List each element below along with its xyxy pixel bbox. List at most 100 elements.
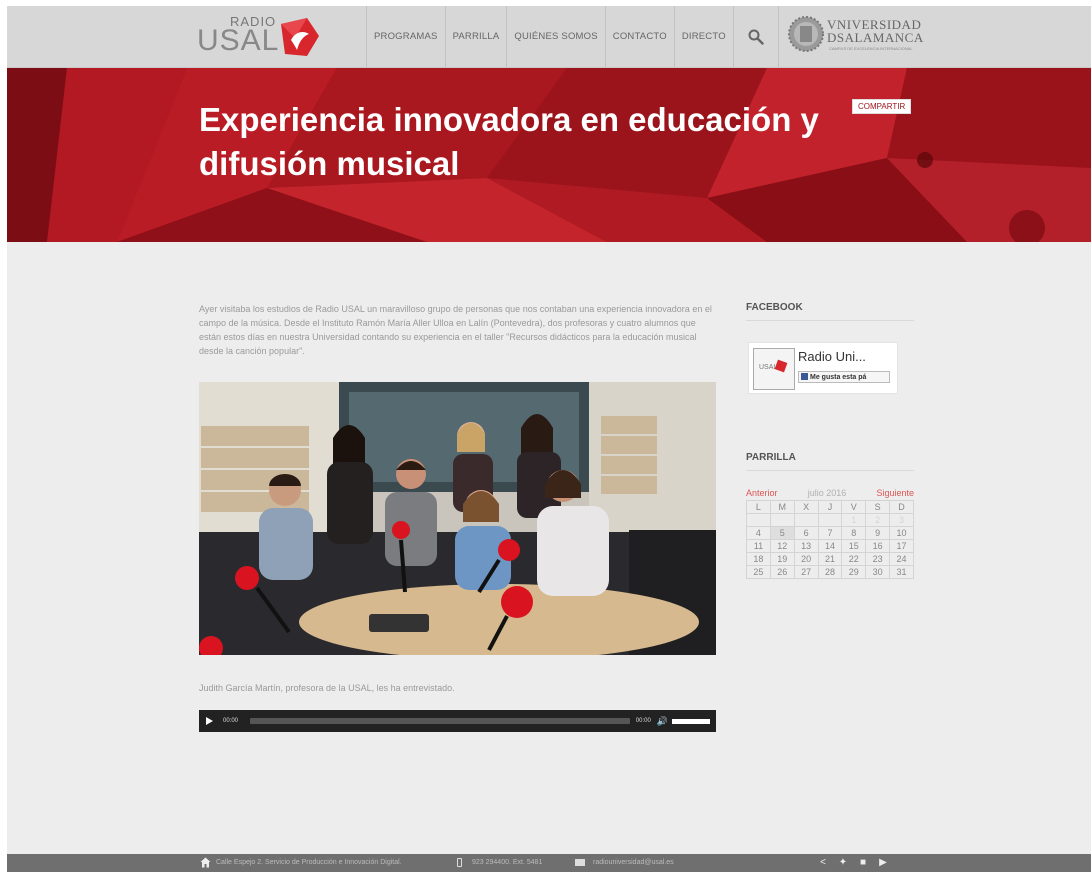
facebook-like-button[interactable]: Me gusta esta pá [798,371,890,383]
calendar-day[interactable]: 16 [865,539,891,553]
share-icon[interactable]: < [817,857,829,869]
calendar-day[interactable]: 14 [817,539,843,553]
audio-duration: 00:00 [635,718,651,724]
calendar-week-row: 1 2 3 [746,513,914,527]
calendar-day[interactable]: 22 [841,552,867,566]
calendar-day[interactable]: 23 [865,552,891,566]
phone-icon [457,858,462,867]
calendar-day[interactable]: 1 [841,513,867,527]
footer: Calle Espejo 2. Servicio de Producción e… [7,854,1091,872]
search-button[interactable] [732,6,779,67]
calendar-day[interactable]: 15 [841,539,867,553]
calendar-day[interactable]: 18 [746,552,771,566]
article-intro: Ayer visitaba los estudios de Radio USAL… [199,304,712,356]
weekday-header: X [793,500,819,514]
calendar-next-link[interactable]: Siguiente [876,488,914,498]
facebook-page-name[interactable]: Radio Uni... [798,349,866,364]
calendar-day[interactable]: 4 [746,526,771,540]
page: RADIO USAL PROGRAMAS PARRILLA QUIÉNES SO… [7,6,1091,872]
calendar-day-outside [769,513,795,527]
nav-directo-label: DIRECTO [681,31,726,42]
article-title: Experiencia innovadora en educación y di… [199,101,819,182]
facebook-heading: FACEBOOK [746,302,914,321]
universidad-salamanca-logo[interactable]: VNIVERSIDAD DSALAMANCA CAMPUS DE EXCELEN… [787,14,937,58]
calendar-day[interactable]: 19 [769,552,795,566]
calendar-week-row: 18 19 20 21 22 23 24 [746,552,914,566]
calendar-day[interactable]: 30 [865,565,891,579]
university-seal-icon [788,16,824,52]
facebook-like-label: Me gusta esta pá [810,374,867,381]
calendar-table: L M X J V S D 1 2 3 4 5 6 7 8 9 10 11 12… [746,500,914,579]
calendar-day[interactable]: 7 [817,526,843,540]
calendar-day[interactable]: 2 [865,513,891,527]
parrilla-section: PARRILLA [746,452,914,471]
calendar-day[interactable]: 25 [746,565,771,579]
calendar-week-row: 25 26 27 28 29 30 31 [746,565,914,579]
weekday-header: S [865,500,891,514]
weekday-header: D [889,500,914,514]
calendar-day[interactable]: 6 [793,526,819,540]
calendar-week-row: 11 12 13 14 15 16 17 [746,539,914,553]
calendar-weekday-row: L M X J V S D [746,500,914,514]
studio-group-photo [199,382,716,655]
calendar-day[interactable]: 24 [889,552,914,566]
play-icon[interactable] [206,717,213,725]
facebook-widget: USAL Radio Uni... Me gusta esta pá [748,342,898,394]
calendar-week-row: 4 5 6 7 8 9 10 [746,526,914,540]
calendar-widget: Anterior julio 2016 Siguiente L M X J V … [746,488,914,579]
weekday-header: V [841,500,867,514]
weekday-header: M [769,500,795,514]
youtube-icon[interactable]: ▶ [877,857,889,869]
sidebar: FACEBOOK USAL Radio Uni... Me gusta esta… [746,302,914,579]
calendar-day[interactable]: 3 [889,513,914,527]
calendar-day[interactable]: 21 [817,552,843,566]
nav-contacto[interactable]: CONTACTO [604,6,674,67]
nav-programas[interactable]: PROGRAMAS [366,6,445,67]
calendar-day-today[interactable]: 5 [769,526,795,540]
footer-phone: 923 294400. Ext. 5481 [472,859,543,866]
university-tagline: CAMPUS DE EXCELENCIA INTERNACIONAL [829,46,913,51]
calendar-day-outside [746,513,771,527]
calendar-day[interactable]: 9 [865,526,891,540]
calendar-month: julio 2016 [807,488,847,498]
hero-banner: Experiencia innovadora en educación y di… [7,68,1091,242]
nav-parrilla[interactable]: PARRILLA [444,6,507,67]
calendar-day[interactable]: 26 [769,565,795,579]
logo-usal-text: USAL [197,24,280,57]
calendar-prev-link[interactable]: Anterior [746,488,778,498]
calendar-day[interactable]: 17 [889,539,914,553]
volume-slider[interactable] [672,718,710,724]
nav-parrilla-label: PARRILLA [452,31,500,42]
calendar-day[interactable]: 10 [889,526,914,540]
calendar-nav: Anterior julio 2016 Siguiente [746,488,914,498]
calendar-day[interactable]: 27 [793,565,819,579]
calendar-day[interactable]: 28 [817,565,843,579]
calendar-day[interactable]: 20 [793,552,819,566]
calendar-day[interactable]: 11 [746,539,771,553]
calendar-day[interactable]: 8 [841,526,867,540]
calendar-day[interactable]: 31 [889,565,914,579]
nav-programas-label: PROGRAMAS [374,31,438,42]
university-name-line2: DSALAMANCA [827,30,924,45]
search-icon [748,29,764,45]
radio-usal-logo[interactable]: RADIO USAL [197,12,327,60]
studio-photo-illustration [199,382,716,655]
calendar-day[interactable]: 13 [793,539,819,553]
volume-icon[interactable]: 🔊 [657,716,668,727]
nav-quienes-somos-label: QUIÉNES SOMOS [514,31,598,42]
parrilla-heading: PARRILLA [746,452,914,471]
facebook-footer-icon[interactable]: ■ [857,857,869,869]
home-icon [200,857,211,868]
share-button[interactable]: COMPARTIR [852,99,912,114]
facebook-page-avatar[interactable]: USAL [753,348,795,390]
nav-directo[interactable]: DIRECTO [673,6,733,67]
calendar-day[interactable]: 12 [769,539,795,553]
top-navigation-bar: RADIO USAL PROGRAMAS PARRILLA QUIÉNES SO… [7,6,1091,68]
calendar-day-outside [793,513,819,527]
nav-quienes-somos[interactable]: QUIÉNES SOMOS [506,6,604,67]
weekday-header: L [746,500,771,514]
twitter-icon[interactable]: ✦ [837,857,849,869]
calendar-day[interactable]: 29 [841,565,867,579]
audio-progress-bar[interactable] [250,718,630,724]
footer-email[interactable]: radiouniversidad@usal.es [593,859,674,866]
